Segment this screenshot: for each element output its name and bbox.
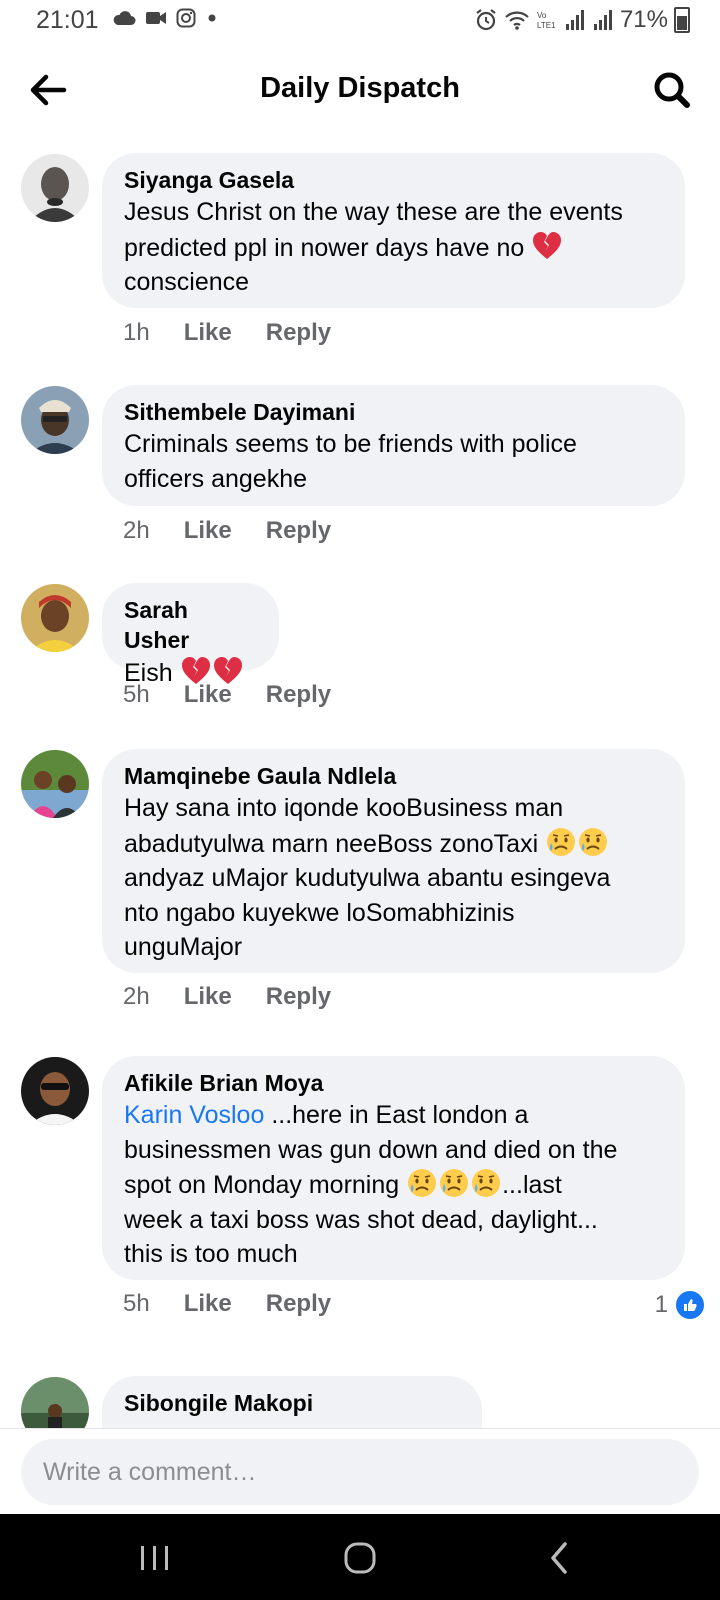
home-button[interactable] xyxy=(336,1536,384,1580)
comment-text: Jesus Christ on the way these are the ev… xyxy=(124,198,623,296)
search-icon xyxy=(654,72,690,108)
comment-author[interactable]: Mamqinebe Gaula Ndlela xyxy=(124,761,663,791)
comment: Siyanga Gasela Jesus Christ on the way t… xyxy=(0,153,720,353)
comment-timestamp[interactable]: 2h xyxy=(123,517,150,545)
comment-actions: 5h Like Reply xyxy=(123,681,331,709)
comment-input[interactable] xyxy=(21,1439,699,1505)
recent-apps-icon xyxy=(141,1546,168,1570)
like-button[interactable]: Like xyxy=(184,517,232,545)
reply-button[interactable]: Reply xyxy=(266,517,331,545)
alarm-icon xyxy=(476,9,496,31)
comment-author[interactable]: Afikile Brian Moya xyxy=(124,1068,663,1098)
avatar[interactable] xyxy=(21,750,89,818)
reply-button[interactable]: Reply xyxy=(266,983,331,1011)
comment-composer xyxy=(0,1428,720,1515)
comment-author[interactable]: Sarah Usher xyxy=(124,595,257,655)
sad-tear-emoji xyxy=(438,1167,470,1199)
comment: Sibongile Makopi xyxy=(0,1376,720,1428)
battery-percent: 71% xyxy=(619,6,668,33)
sad-tear-emoji xyxy=(406,1167,438,1199)
sad-tear-emoji xyxy=(545,826,577,858)
comment-bubble[interactable]: Afikile Brian Moya Karin Vosloo ...here … xyxy=(102,1056,685,1280)
status-time: 21:01 xyxy=(36,6,99,34)
reply-button[interactable]: Reply xyxy=(266,1290,331,1318)
cloud-icon xyxy=(113,11,136,25)
like-button[interactable]: Like xyxy=(184,319,232,347)
instagram-icon xyxy=(176,8,196,28)
like-button[interactable]: Like xyxy=(184,1290,232,1318)
thumbs-up-icon xyxy=(674,1289,706,1321)
sad-tear-emoji xyxy=(470,1167,502,1199)
like-button[interactable]: Like xyxy=(184,983,232,1011)
comment: Mamqinebe Gaula Ndlela Hay sana into iqo… xyxy=(0,749,720,1029)
comment-author[interactable]: Sithembele Dayimani xyxy=(124,397,663,427)
comment: Afikile Brian Moya Karin Vosloo ...here … xyxy=(0,1056,720,1356)
page-title: Daily Dispatch xyxy=(260,72,460,104)
system-nav-bar xyxy=(0,1514,720,1600)
reaction-count: 1 xyxy=(654,1291,668,1318)
comment-timestamp[interactable]: 5h xyxy=(123,681,150,709)
avatar[interactable] xyxy=(21,1377,89,1428)
notification-icons xyxy=(112,8,219,28)
comment-bubble[interactable]: Sithembele Dayimani Criminals seems to b… xyxy=(102,385,685,506)
recent-apps-button[interactable] xyxy=(131,1536,179,1580)
dot-icon xyxy=(208,14,216,22)
comment-actions: 5h Like Reply xyxy=(123,1290,331,1318)
comments-list: Siyanga Gasela Jesus Christ on the way t… xyxy=(0,136,720,1428)
comment-actions: 2h Like Reply xyxy=(123,517,331,545)
signal-icon xyxy=(565,10,584,30)
video-camera-icon xyxy=(146,12,166,24)
comment-bubble[interactable]: Mamqinebe Gaula Ndlela Hay sana into iqo… xyxy=(102,749,685,973)
broken-heart-emoji xyxy=(531,230,563,262)
like-button[interactable]: Like xyxy=(184,681,232,709)
comment-actions: 2h Like Reply xyxy=(123,983,331,1011)
system-status: Vo LTE1 71% xyxy=(474,6,690,34)
comment-bubble[interactable]: Sarah Usher Eish xyxy=(102,583,279,687)
comment-text: Hay sana into iqonde kooBusiness man abad… xyxy=(124,794,611,961)
home-icon xyxy=(344,1542,376,1574)
comment: Sarah Usher Eish 5h Like Reply xyxy=(0,583,720,723)
comment-text: Criminals seems to be friends with polic… xyxy=(124,430,577,493)
comment-bubble[interactable]: Siyanga Gasela Jesus Christ on the way t… xyxy=(102,153,685,308)
mention-link[interactable]: Karin Vosloo xyxy=(124,1101,264,1129)
reaction-summary[interactable]: 1 xyxy=(655,1289,706,1321)
search-button[interactable] xyxy=(648,66,696,114)
comment-timestamp[interactable]: 5h xyxy=(123,1290,150,1318)
sad-tear-emoji xyxy=(577,826,609,858)
signal-icon xyxy=(593,10,612,30)
comment-bubble[interactable]: Sibongile Makopi xyxy=(102,1376,482,1428)
avatar[interactable] xyxy=(21,154,89,222)
comment: Sithembele Dayimani Criminals seems to b… xyxy=(0,385,720,555)
app-header: Daily Dispatch xyxy=(0,46,720,136)
avatar[interactable] xyxy=(21,386,89,454)
comment-timestamp[interactable]: 1h xyxy=(123,319,150,347)
comment-text: Karin Vosloo ...here in East london a bus… xyxy=(124,1101,618,1268)
reply-button[interactable]: Reply xyxy=(266,681,331,709)
avatar[interactable] xyxy=(21,1057,89,1125)
svg-text:LTE1: LTE1 xyxy=(537,21,556,30)
avatar[interactable] xyxy=(21,584,89,652)
nav-back-button[interactable] xyxy=(536,1536,584,1580)
comment-author[interactable]: Siyanga Gasela xyxy=(124,165,663,195)
svg-text:Vo: Vo xyxy=(537,11,547,20)
comment-author[interactable]: Sibongile Makopi xyxy=(124,1388,460,1418)
volte-icon: VoLTE1 xyxy=(537,11,556,30)
comment-timestamp[interactable]: 2h xyxy=(123,983,150,1011)
comment-actions: 1h Like Reply xyxy=(123,319,331,347)
battery-icon xyxy=(674,7,690,33)
status-bar: 21:01 Vo LTE1 71% xyxy=(0,0,720,46)
back-icon xyxy=(551,1542,567,1574)
reply-button[interactable]: Reply xyxy=(266,319,331,347)
wifi-icon xyxy=(505,11,529,30)
